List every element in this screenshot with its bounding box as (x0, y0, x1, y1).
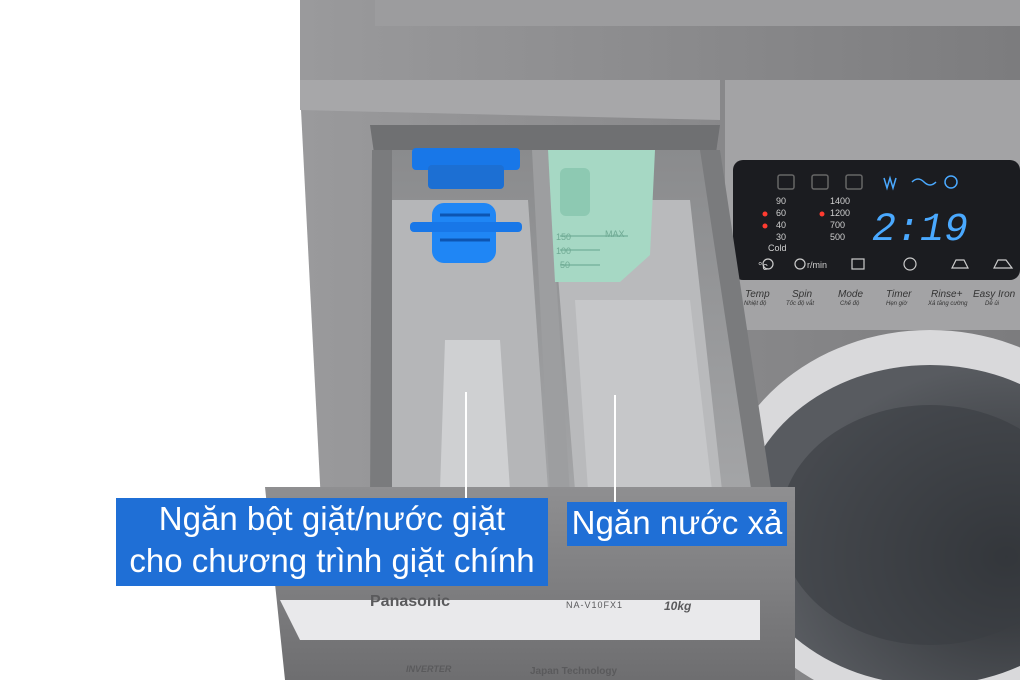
temp-sub: Nhiệt độ (744, 301, 767, 307)
temp-option: 90 (776, 196, 786, 206)
spin-option: 1400 (830, 196, 850, 206)
time-readout: 2:19 (872, 208, 968, 253)
model-number: NA-V10FX1 (566, 600, 623, 610)
brand-name: Panasonic (370, 593, 450, 610)
easy-iron-sub: Dễ ủi (985, 300, 1000, 307)
scale-mark: 100 (556, 246, 571, 256)
temp-unit: °c (758, 261, 768, 273)
spin-option: 700 (830, 220, 845, 230)
mode-button[interactable]: Mode (838, 289, 863, 300)
spin-sub: Tốc độ vắt (786, 300, 814, 307)
leader-line-rinse (614, 395, 616, 502)
indicator-dot (762, 223, 768, 229)
timer-button[interactable]: Timer (886, 289, 912, 300)
softener-compartment-label: Ngăn nước xả (567, 502, 787, 546)
leader-line-main (465, 392, 467, 498)
indicator-dot (819, 211, 825, 217)
temp-option: 40 (776, 220, 786, 230)
main-wash-compartment-label: Ngăn bột giặt/nước giặt cho chương trình… (116, 498, 548, 586)
temp-option: Cold (768, 243, 787, 253)
temp-option: 60 (776, 208, 786, 218)
capacity: 10kg (664, 599, 692, 613)
spin-button[interactable]: Spin (792, 289, 812, 300)
scale-max: MAX (605, 229, 625, 239)
inverter-mark: INVERTER (406, 664, 452, 674)
rinse-plus-sub: Xả tăng cường (927, 300, 968, 307)
rinse-plus-button[interactable]: Rinse+ (931, 289, 963, 300)
label-text: Ngăn nước xả (571, 504, 783, 541)
tagline: Japan Technology (530, 666, 617, 677)
spin-unit: r/min (807, 260, 827, 270)
spin-option: 1200 (830, 208, 850, 218)
spin-option: 500 (830, 232, 845, 242)
easy-iron-button[interactable]: Easy Iron (973, 289, 1016, 300)
label-line-2: cho chương trình giặt chính (129, 542, 535, 579)
mode-sub: Chế độ (840, 300, 860, 307)
label-line-1: Ngăn bột giặt/nước giặt (158, 500, 506, 537)
temp-option: 30 (776, 232, 786, 242)
scale-mark: 150 (556, 232, 571, 242)
indicator-dot (762, 211, 768, 217)
temp-button[interactable]: Temp (745, 289, 770, 300)
timer-sub: Hẹn giờ (886, 301, 908, 307)
display-digits: 2:19 (872, 208, 968, 253)
scale-mark: 50 (560, 260, 570, 270)
